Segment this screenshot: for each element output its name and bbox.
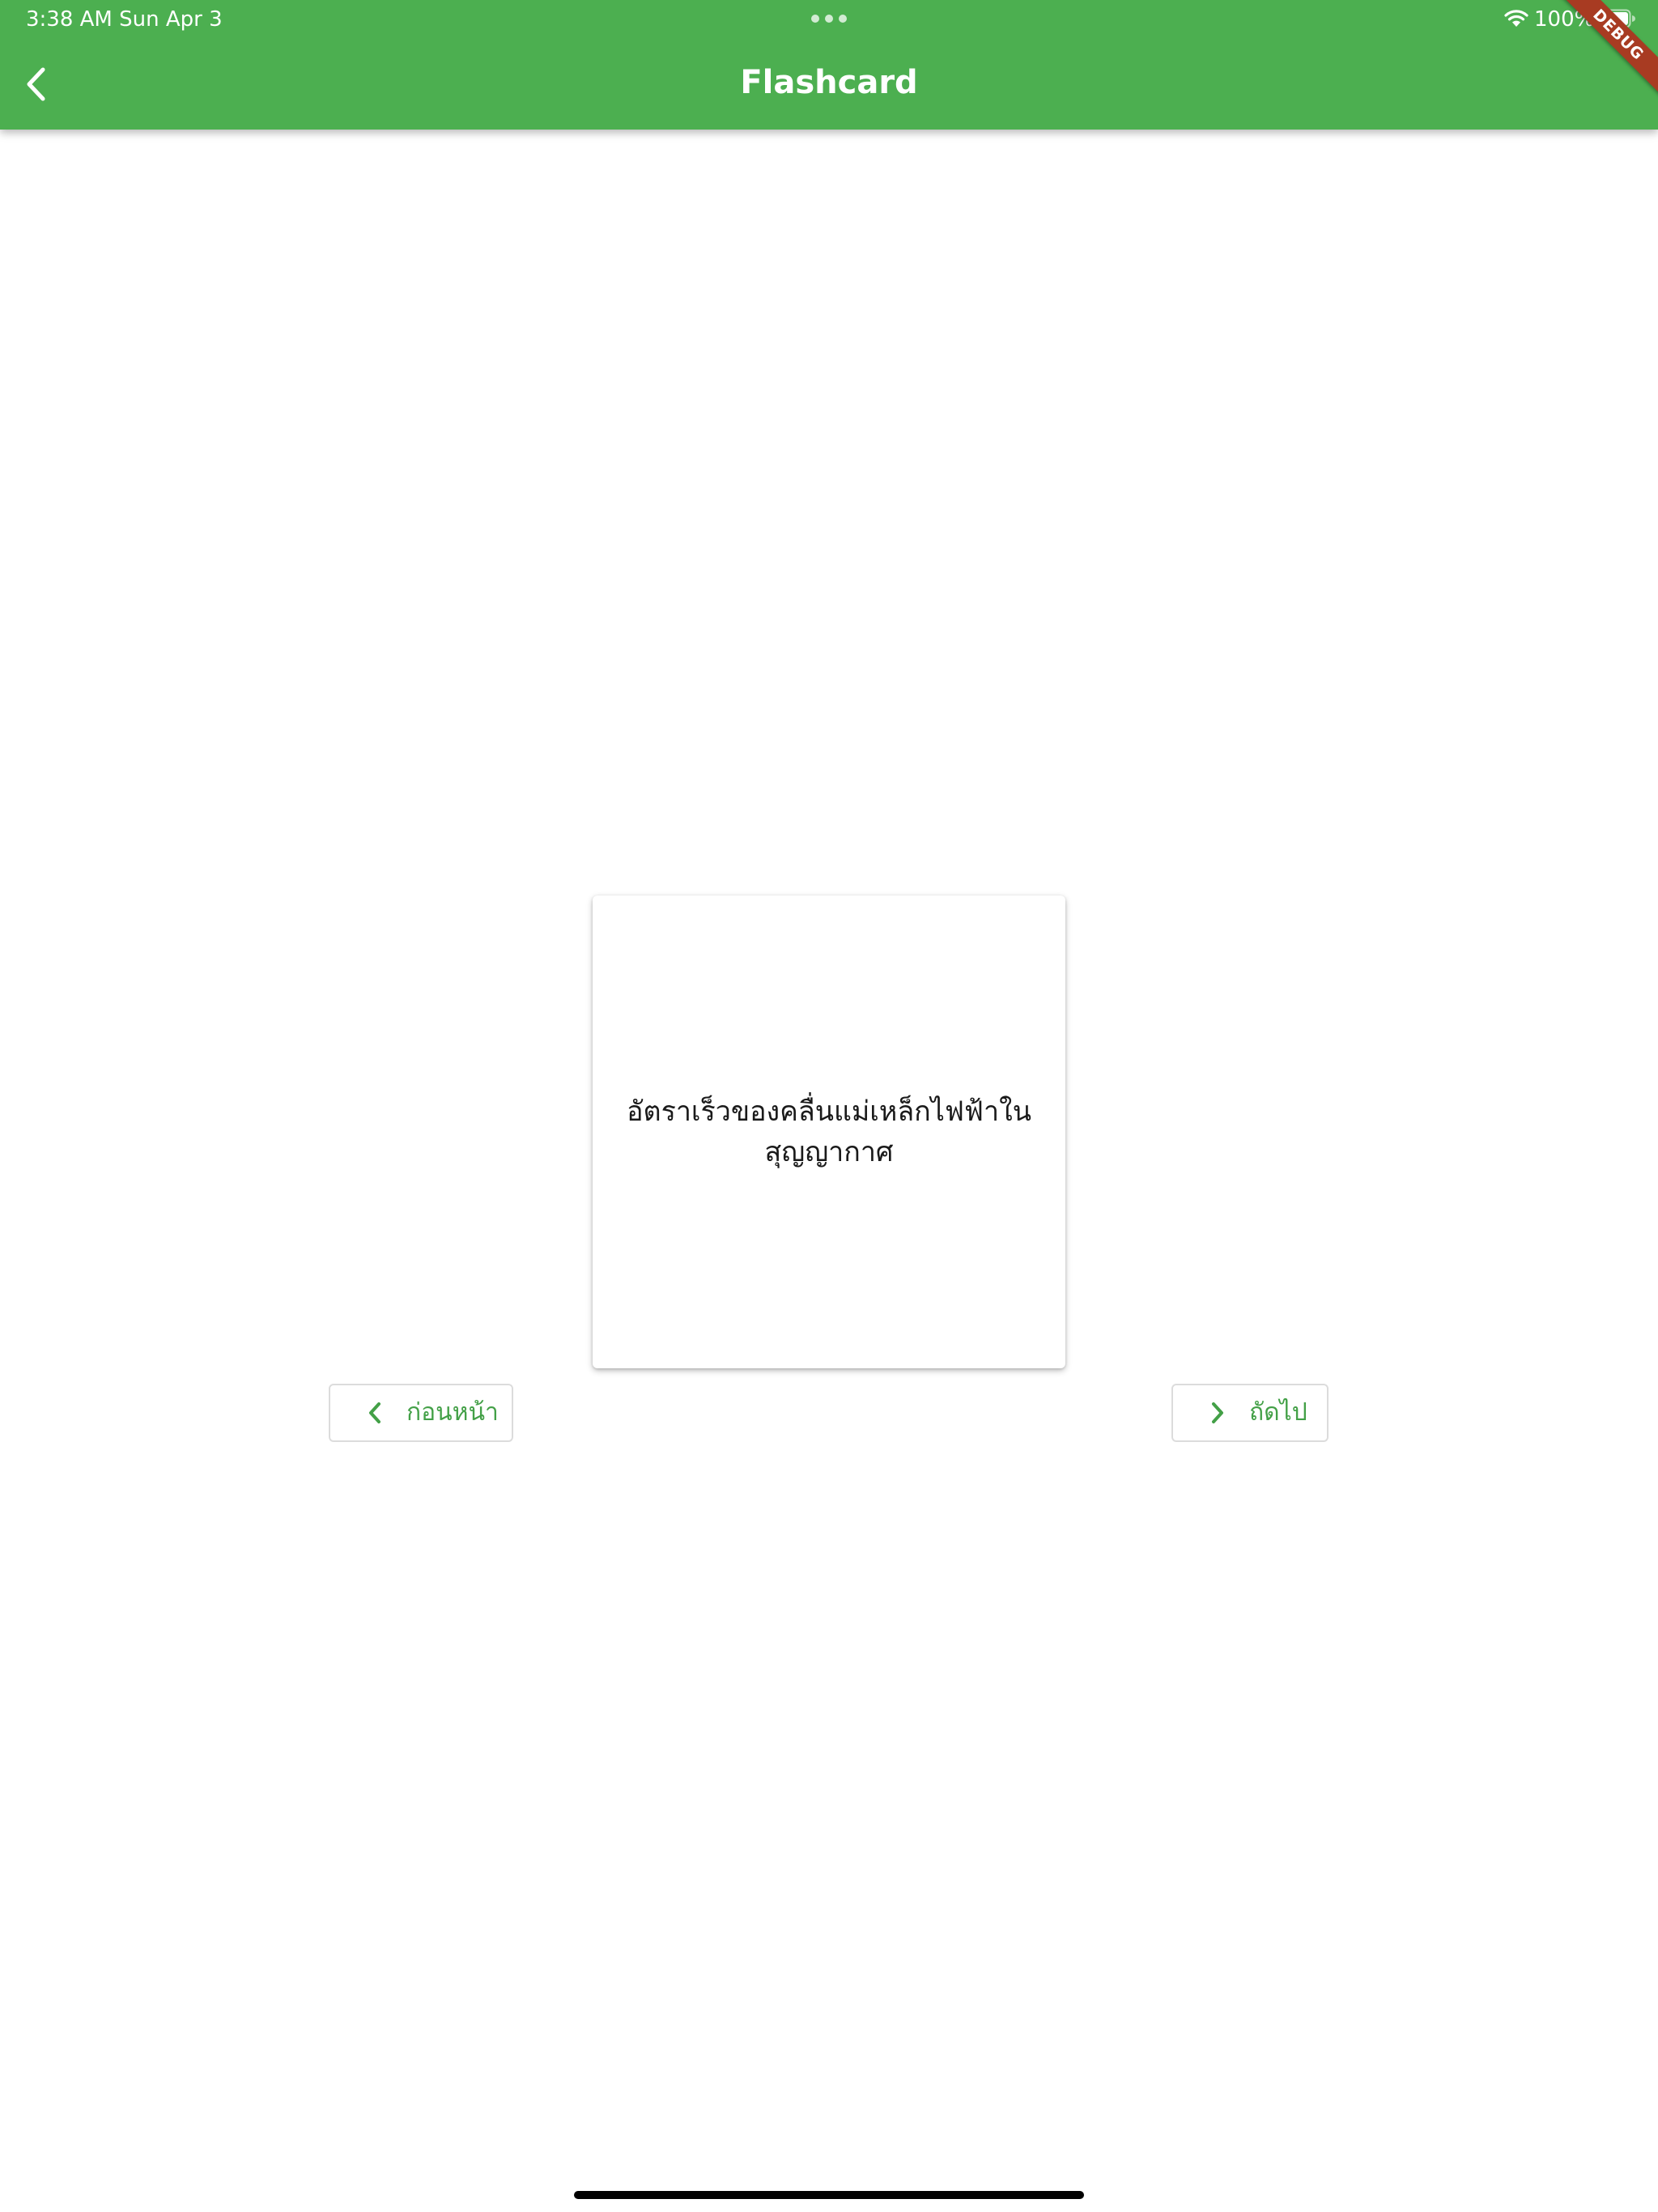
chevron-right-icon <box>1205 1401 1230 1425</box>
multitasking-dots-icon[interactable] <box>811 15 847 24</box>
home-indicator[interactable] <box>574 2191 1084 2199</box>
flashcard[interactable]: อัตราเร็วของคลื่นแม่เหล็กไฟฟ้าในสุญญากาศ <box>593 895 1065 1368</box>
status-time: 3:38 AM Sun Apr 3 <box>26 7 223 32</box>
chevron-left-icon <box>363 1401 387 1425</box>
previous-label: ก่อนหน้า <box>406 1398 499 1427</box>
previous-button[interactable]: ก่อนหน้า <box>329 1384 513 1442</box>
next-label: ถัดไป <box>1249 1398 1307 1427</box>
wifi-icon <box>1504 10 1528 27</box>
flashcard-screen: 3:38 AM Sun Apr 3 100% Flashcard DEBUG อ… <box>0 0 1658 2212</box>
page-title: Flashcard <box>740 64 918 101</box>
app-bar: 3:38 AM Sun Apr 3 100% Flashcard <box>0 0 1658 130</box>
next-button[interactable]: ถัดไป <box>1171 1384 1329 1442</box>
flashcard-text: อัตราเร็วของคลื่นแม่เหล็กไฟฟ้าในสุญญากาศ <box>627 1095 1031 1168</box>
